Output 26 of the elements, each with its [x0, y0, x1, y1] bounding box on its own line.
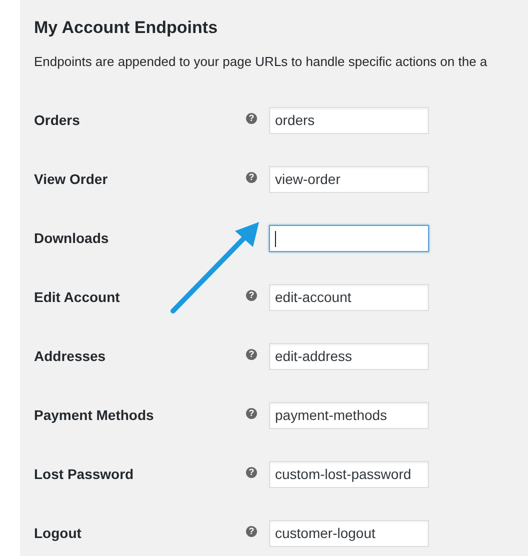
- field-label: View Order: [34, 171, 108, 187]
- section-description: Endpoints are appended to your page URLs to handle specific actions on the a: [34, 53, 488, 71]
- field-label: Addresses: [34, 348, 106, 364]
- input-field[interactable]: edit-account: [269, 284, 429, 311]
- input-field[interactable]: customer-logout: [269, 520, 429, 547]
- help-icon[interactable]: ?: [246, 408, 257, 419]
- field-label: Edit Account: [34, 289, 120, 305]
- field-label: Lost Password: [34, 466, 134, 482]
- help-icon[interactable]: ?: [246, 172, 257, 183]
- help-icon[interactable]: ?: [246, 349, 257, 360]
- input-field[interactable]: orders: [269, 107, 429, 134]
- text-cursor: [275, 230, 276, 246]
- field-label: Logout: [34, 525, 82, 541]
- input-field[interactable]: [269, 225, 429, 252]
- input-field[interactable]: view-order: [269, 166, 429, 193]
- field-label: Downloads: [34, 230, 109, 246]
- help-icon[interactable]: ?: [246, 290, 257, 301]
- help-icon[interactable]: ?: [246, 526, 257, 537]
- field-label: Payment Methods: [34, 407, 154, 423]
- help-icon[interactable]: ?: [246, 113, 257, 124]
- input-field[interactable]: custom-lost-password: [269, 461, 429, 488]
- input-field[interactable]: edit-address: [269, 343, 429, 370]
- help-icon[interactable]: ?: [246, 467, 257, 478]
- section-title: My Account Endpoints: [34, 17, 218, 39]
- input-field[interactable]: payment-methods: [269, 402, 429, 429]
- field-label: Orders: [34, 112, 80, 128]
